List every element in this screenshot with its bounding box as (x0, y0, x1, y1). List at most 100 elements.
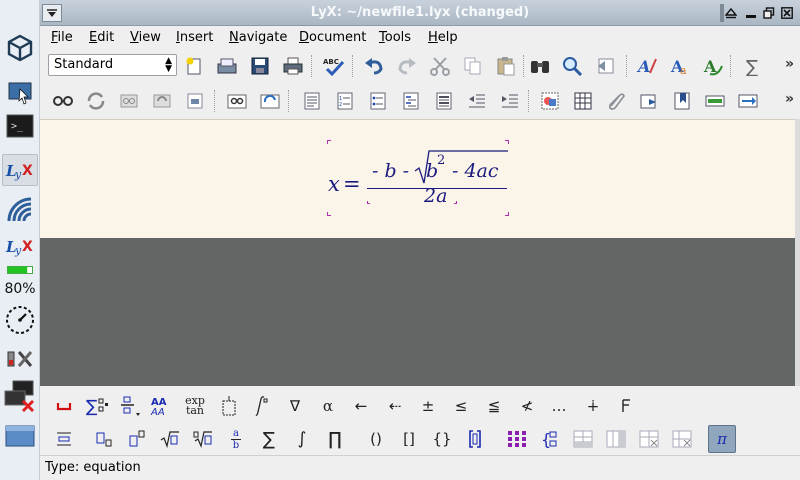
vertical-scrollbar[interactable] (795, 119, 800, 386)
lyx-launcher-icon[interactable]: LyX (2, 230, 38, 262)
paste-icon[interactable] (493, 53, 519, 79)
update-icon[interactable] (83, 88, 109, 114)
math-sqrt-icon[interactable] (156, 425, 184, 453)
math-add-column-icon[interactable] (602, 425, 630, 453)
math-not-less[interactable]: ≮ (513, 392, 541, 420)
paragraph-layout-select[interactable]: Standard ▲ ▼ (48, 54, 177, 76)
open-document-icon[interactable] (214, 53, 240, 79)
search-icon[interactable] (560, 53, 586, 79)
redo-icon[interactable] (394, 53, 420, 79)
document-empty-area[interactable] (40, 238, 795, 386)
update-other-icon[interactable] (149, 88, 175, 114)
menu-file[interactable]: File (51, 30, 73, 45)
insert-box-icon[interactable] (702, 88, 728, 114)
math-root-icon[interactable] (189, 425, 217, 453)
math-delete-column-icon[interactable] (668, 425, 696, 453)
math-integral[interactable]: ∫ (288, 425, 316, 453)
math-dotted-left-arrow[interactable]: ⇠ (381, 392, 409, 420)
spellcheck-icon[interactable]: ABC (321, 53, 347, 79)
math-space-icon[interactable] (50, 392, 78, 420)
math-functions-icon[interactable]: ∑ (83, 392, 111, 420)
math-leqq[interactable]: ≦ (480, 392, 508, 420)
show-desktop-icon[interactable] (2, 76, 38, 108)
math-parentheses[interactable]: () (362, 425, 390, 453)
menu-document[interactable]: Document (299, 30, 366, 45)
new-document-icon[interactable] (181, 53, 207, 79)
math-braces[interactable]: {} (428, 425, 456, 453)
find-replace-icon[interactable] (527, 53, 553, 79)
shade-button[interactable] (722, 4, 740, 22)
menu-view[interactable]: View (130, 30, 161, 45)
math-frac-menu-icon[interactable] (116, 392, 144, 420)
lyx-task-icon[interactable]: LyX (2, 154, 38, 186)
view-pdf-icon[interactable] (224, 88, 250, 114)
toolbar-overflow-button[interactable]: » (785, 56, 794, 72)
itemize-icon[interactable] (365, 88, 391, 114)
undo-icon[interactable] (361, 53, 387, 79)
math-leq[interactable]: ≤ (447, 392, 475, 420)
terminal-icon[interactable]: >_ (2, 110, 38, 142)
document-area[interactable]: x = - b - b 2 - 4ac 2a (40, 119, 795, 238)
menu-tools[interactable]: Tools (379, 30, 411, 45)
menu-help[interactable]: Help (428, 30, 458, 45)
emphasis-icon[interactable]: A (634, 53, 660, 79)
menu-navigate[interactable]: Navigate (229, 30, 287, 45)
paragraph-standard-icon[interactable] (299, 88, 325, 114)
math-plus-minus[interactable]: ± (414, 392, 442, 420)
title-bar[interactable]: LyX: ~/newfile1.lyx (changed) (40, 0, 800, 26)
close-button[interactable] (778, 4, 796, 22)
view-icon[interactable] (50, 88, 76, 114)
app-launcher-icon[interactable] (2, 32, 38, 64)
update-pdf-icon[interactable] (257, 88, 283, 114)
math-dot-plus[interactable]: ∔ (579, 392, 607, 420)
increase-depth-icon[interactable] (497, 88, 523, 114)
view-master-icon[interactable] (182, 88, 208, 114)
insert-table-icon[interactable] (570, 88, 596, 114)
math-display-icon[interactable] (50, 425, 78, 453)
math-box-icon[interactable] (215, 392, 243, 420)
print-icon[interactable] (280, 53, 306, 79)
math-superscript-icon[interactable] (123, 425, 151, 453)
menu-insert[interactable]: Insert (176, 30, 213, 45)
cut-icon[interactable] (427, 53, 453, 79)
math-digamma-icon[interactable] (612, 392, 640, 420)
toolbar-overflow-button[interactable]: » (785, 91, 794, 107)
math-delete-row-icon[interactable] (635, 425, 663, 453)
math-mode-icon[interactable]: ∑ (741, 53, 767, 79)
restore-button[interactable] (760, 4, 778, 22)
math-fraction-button[interactable]: a b (222, 425, 250, 453)
network-disconnected-icon[interactable] (2, 378, 38, 414)
enumerate-icon[interactable]: 12 (332, 88, 358, 114)
math-brackets[interactable]: [] (395, 425, 423, 453)
go-back-icon[interactable] (593, 53, 619, 79)
list-icon[interactable] (398, 88, 424, 114)
insert-cross-reference-icon[interactable] (735, 88, 761, 114)
insert-footnote-icon[interactable] (603, 88, 629, 114)
math-alpha[interactable]: α (314, 392, 342, 420)
insert-label-icon[interactable] (669, 88, 695, 114)
math-matrix-icon[interactable] (503, 425, 531, 453)
spellcheck-change-icon[interactable]: A (700, 53, 726, 79)
clock-icon[interactable] (2, 304, 38, 336)
math-product[interactable]: ∏ (321, 425, 349, 453)
math-subscript-icon[interactable] (90, 425, 118, 453)
insert-note-icon[interactable] (636, 88, 662, 114)
math-function-names[interactable]: exp tan (181, 392, 209, 420)
description-icon[interactable] (431, 88, 457, 114)
math-left-arrow[interactable]: ← (347, 392, 375, 420)
copy-icon[interactable] (460, 53, 486, 79)
insert-graphics-icon[interactable] (537, 88, 563, 114)
minimize-button[interactable] (742, 4, 760, 22)
math-nabla[interactable]: ∇ (281, 392, 309, 420)
menu-edit[interactable]: Edit (89, 30, 114, 45)
text-style-icon[interactable]: Aa (667, 53, 693, 79)
save-icon[interactable] (247, 53, 273, 79)
math-panels-toggle[interactable]: π (708, 425, 736, 453)
math-cases-icon[interactable]: { (536, 425, 564, 453)
wifi-signal-icon[interactable] (2, 194, 38, 226)
math-add-row-icon[interactable] (569, 425, 597, 453)
math-ellipsis[interactable]: … (545, 392, 573, 420)
window-list-icon[interactable] (2, 420, 38, 452)
math-integral-menu-icon[interactable] (247, 392, 275, 420)
math-sum[interactable]: ∑ (255, 425, 283, 453)
